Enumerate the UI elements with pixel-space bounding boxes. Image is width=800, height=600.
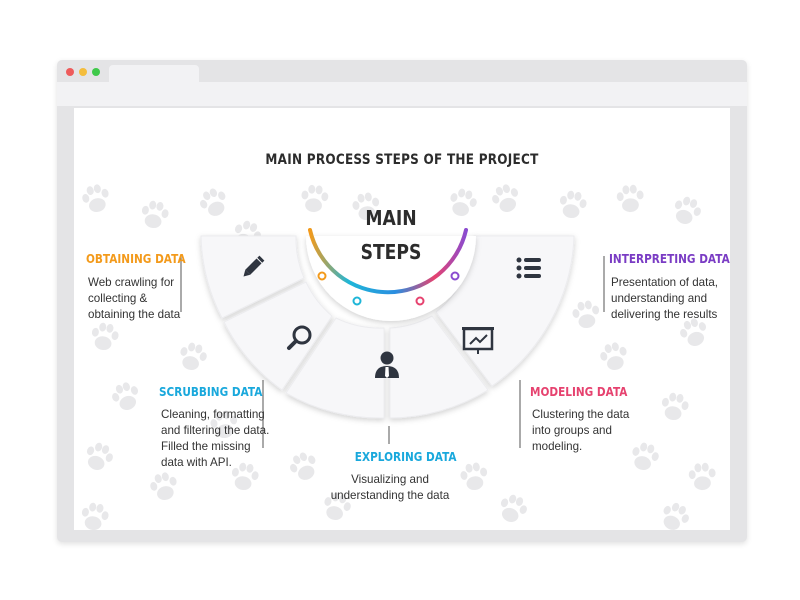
close-window-dot[interactable]: [66, 68, 74, 76]
arc-node-3: [415, 296, 425, 306]
slide-content: MAIN PROCESS STEPS OF THE PROJECT MAIN S…: [74, 108, 730, 530]
step-desc-obtaining: Web crawling for collecting & obtaining …: [88, 276, 181, 321]
minimize-window-dot[interactable]: [79, 68, 87, 76]
browser-tab[interactable]: [109, 65, 199, 82]
step-heading-interpreting: INTERPRETING DATA: [609, 251, 730, 266]
step-heading-obtaining: OBTAINING DATA: [86, 251, 186, 266]
arc-node-1: [317, 271, 327, 281]
center-title-line2: STEPS: [360, 240, 422, 264]
step-desc-exploring: Visualizing and understanding the data: [330, 473, 450, 502]
browser-window: MAIN PROCESS STEPS OF THE PROJECT MAIN S…: [57, 60, 747, 542]
browser-title-bar: [57, 60, 747, 82]
arc-node-4: [450, 271, 460, 281]
step-desc-interpreting: Presentation of data, understanding and …: [611, 276, 718, 321]
center-title-line1: MAIN: [365, 206, 417, 230]
step-desc-modeling: Clustering the data into groups and mode…: [532, 408, 630, 453]
list-icon: [516, 257, 541, 279]
step-heading-modeling: MODELING DATA: [530, 384, 628, 399]
step-desc-scrubbing: Cleaning, formatting and filtering the d…: [161, 408, 270, 469]
address-bar[interactable]: [57, 82, 747, 106]
arc-node-2: [352, 296, 362, 306]
step-heading-scrubbing: SCRUBBING DATA: [159, 384, 263, 399]
maximize-window-dot[interactable]: [92, 68, 100, 76]
step-heading-exploring: EXPLORING DATA: [354, 449, 457, 464]
